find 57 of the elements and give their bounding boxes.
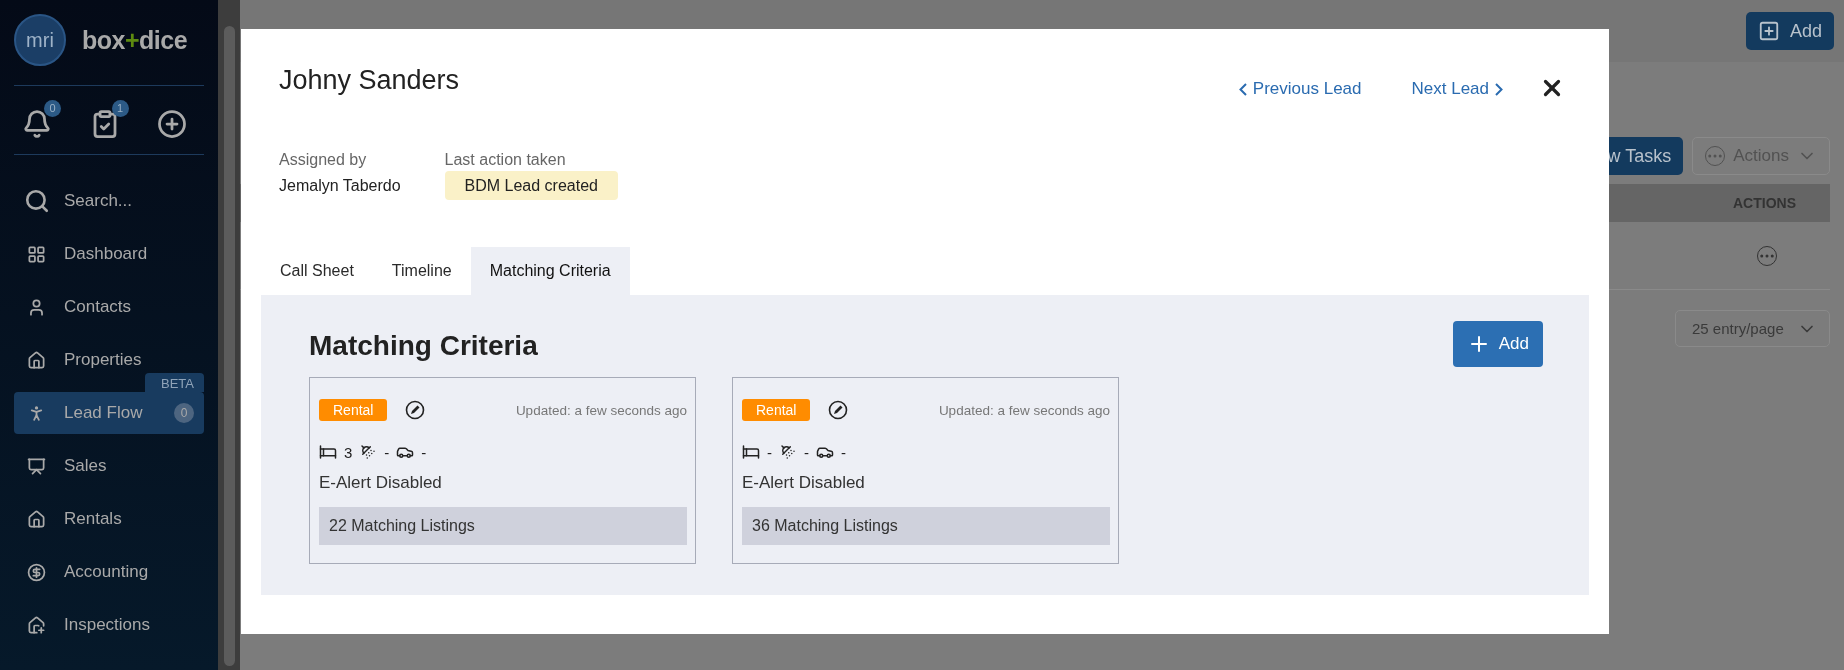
count-badge: 0 — [44, 99, 61, 117]
plus-icon — [1757, 20, 1780, 42]
house-icon — [27, 509, 46, 529]
nav-item[interactable]: Sales — [14, 445, 204, 487]
nav-item[interactable]: Inspections — [14, 604, 204, 646]
bed-icon — [319, 443, 337, 461]
count-badge: 0 — [174, 403, 194, 423]
field-label: Assigned by — [279, 151, 368, 169]
car-count: - — [841, 443, 846, 461]
matching-listings[interactable]: 36 Matching Listings — [742, 507, 1110, 545]
type-badge: Rental — [742, 399, 811, 421]
nav-item[interactable]: Contacts — [14, 286, 204, 328]
shower-icon — [359, 443, 378, 461]
search-field[interactable]: Search... — [64, 188, 199, 214]
add-button[interactable]: Add — [1452, 321, 1543, 367]
chevron-right-icon — [1495, 82, 1503, 96]
bath-count: - — [804, 443, 809, 461]
dollar-icon — [27, 562, 46, 582]
add-button[interactable]: Add — [1745, 12, 1834, 50]
house-plus-icon — [27, 615, 46, 635]
logo-icon: mri — [14, 14, 66, 66]
matching-listings[interactable]: 22 Matching Listings — [319, 507, 687, 545]
field-value: Jemalyn Taberdo — [279, 177, 401, 195]
bed-icon — [742, 443, 760, 461]
shower-icon — [779, 443, 797, 461]
brand-name: box+dice — [82, 25, 188, 55]
next-link[interactable]: Next Lead — [1411, 79, 1503, 99]
previous-link[interactable]: Previous Lead — [1238, 79, 1362, 99]
chevron-left-icon — [1238, 82, 1247, 96]
nav-item[interactable]: Lead Flow 0 — [14, 392, 204, 434]
beta-tag: BETA — [145, 373, 204, 392]
search-icon — [24, 188, 50, 214]
edit-icon[interactable] — [405, 400, 426, 420]
tab[interactable]: Matching Criteria — [470, 247, 630, 295]
person-icon — [27, 297, 46, 317]
scrollbar[interactable] — [218, 0, 240, 670]
house-icon — [27, 350, 46, 370]
grid-icon — [27, 244, 46, 264]
nav-item[interactable]: Dashboard — [14, 233, 204, 275]
board-icon — [27, 456, 46, 476]
bath-count: - — [384, 443, 390, 461]
nav-item[interactable]: Accounting — [14, 551, 204, 593]
section-title: Matching Criteria — [309, 330, 538, 362]
bed-count: 3 — [344, 443, 353, 461]
alert-status: E-Alert Disabled — [742, 473, 866, 493]
bed-count: - — [767, 443, 772, 461]
dialog-title: Johny Sanders — [279, 65, 461, 96]
field-label: Last action taken — [444, 151, 567, 169]
nav-item[interactable]: Rentals — [14, 498, 204, 540]
alert-status: E-Alert Disabled — [319, 473, 443, 493]
updated-time: Updated: a few seconds ago — [515, 402, 687, 418]
count-badge: 1 — [111, 99, 129, 117]
updated-time: Updated: a few seconds ago — [938, 402, 1110, 418]
status-badge: BDM Lead created — [444, 171, 618, 200]
type-badge: Rental — [319, 399, 388, 421]
edit-icon[interactable] — [828, 400, 849, 420]
car-count: - — [421, 443, 427, 461]
